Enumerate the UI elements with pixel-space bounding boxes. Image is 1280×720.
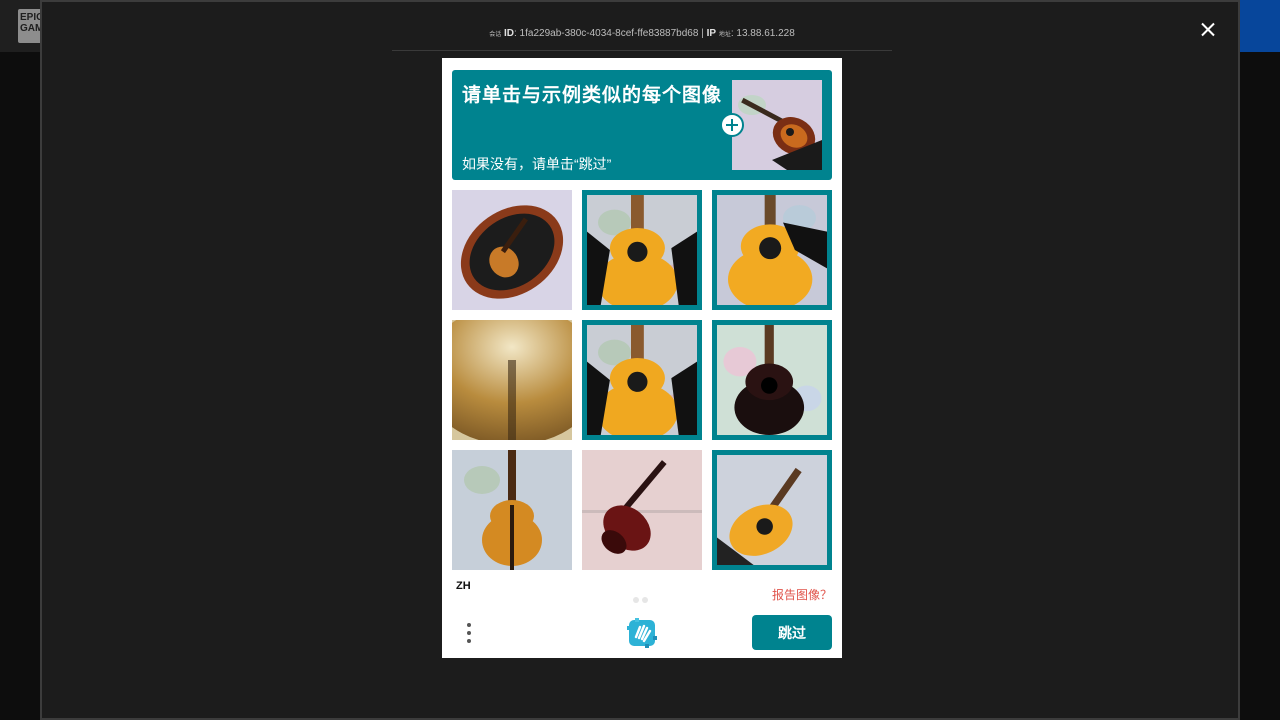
tile-image [717,325,827,435]
image-tile[interactable] [582,450,702,570]
tile-image [587,195,697,305]
page-dot [633,597,639,603]
image-tile[interactable] [452,190,572,310]
page-dot [642,597,648,603]
tile-image [452,320,572,440]
session-id: : 1fa229ab-380c-4034-8cef-ffe83887bd68 | [514,28,707,39]
close-icon[interactable] [1196,18,1220,42]
hcaptcha-logo-icon[interactable] [625,616,659,650]
more-options-icon[interactable] [464,620,474,646]
ip-prefix: 地址 [718,32,731,38]
report-image-link[interactable]: 报告图像？ [762,586,832,603]
tile-image [582,450,702,570]
id-label: ID [504,28,514,39]
tile-image [452,450,572,570]
tile-image [587,325,697,435]
prompt-subtitle: 如果没有，请单击“跳过” [462,156,612,172]
image-tile[interactable] [582,320,702,440]
page-indicator [633,590,651,608]
image-tile[interactable] [712,190,832,310]
tile-image [717,455,827,565]
language-selector[interactable]: ZH [456,580,471,592]
prompt-title: 请单击与示例类似的每个图像 [462,85,723,106]
divider [392,50,892,51]
ip-label: IP [706,28,717,39]
skip-button[interactable]: 跳过 [752,615,832,650]
image-tile[interactable] [712,450,832,570]
example-image [732,80,822,170]
captcha-challenge: 请单击与示例类似的每个图像 如果没有，请单击“跳过” ZH 报告图像？ 跳过 [442,58,842,658]
tile-image [717,195,827,305]
captcha-modal: 会话 ID: 1fa229ab-380c-4034-8cef-ffe83887b… [40,0,1240,720]
image-tile[interactable] [452,450,572,570]
image-tile[interactable] [582,190,702,310]
plus-icon[interactable] [720,113,744,137]
image-tile[interactable] [452,320,572,440]
tile-image [452,190,572,310]
challenge-prompt: 请单击与示例类似的每个图像 如果没有，请单击“跳过” [452,70,832,180]
session-prefix: 会话 [489,32,502,38]
session-info: 会话 ID: 1fa229ab-380c-4034-8cef-ffe83887b… [392,28,892,39]
image-tile[interactable] [712,320,832,440]
ip-value: : 13.88.61.228 [730,28,795,39]
